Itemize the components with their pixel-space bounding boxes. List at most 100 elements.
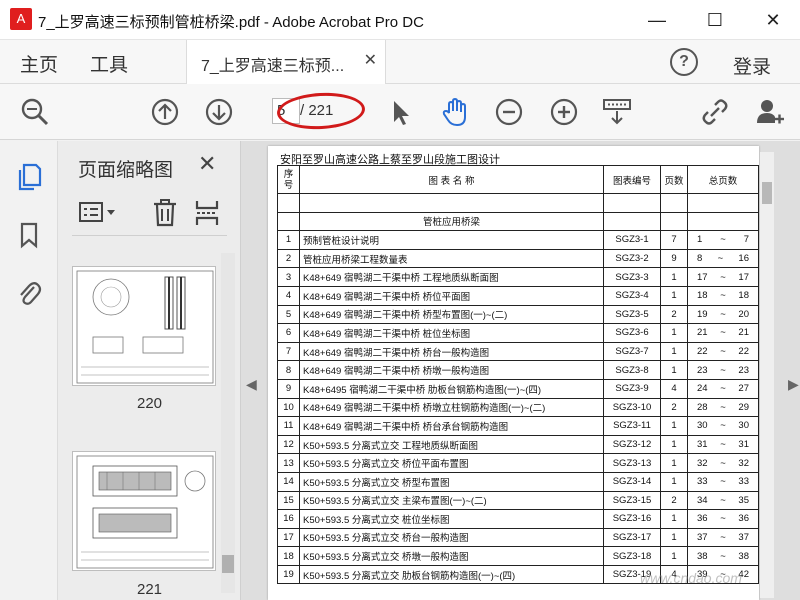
page-count: 1 xyxy=(660,267,688,287)
bookmarks-icon[interactable] xyxy=(16,221,42,249)
drawing-name: K50+593.5 分离式立交 桥型布置图 xyxy=(299,471,604,492)
table-row: 10 K48+649 宿鸭湖二干渠中桥 桥墩立柱钢筋构造图(一)~(二) SGZ3-… xyxy=(277,397,759,418)
page-down-icon[interactable] xyxy=(204,97,234,127)
drawing-code: SGZ3-16 xyxy=(603,509,661,529)
section-title: 管桩应用桥梁 xyxy=(299,211,604,232)
thumbnail-scrollbar[interactable] xyxy=(221,253,235,593)
row-number: 11 xyxy=(277,416,300,436)
help-icon[interactable]: ? xyxy=(670,48,698,76)
row-number: 4 xyxy=(277,285,300,306)
page-thumbnail[interactable] xyxy=(72,451,216,571)
row-number: 8 xyxy=(277,360,300,380)
range-from: 28 xyxy=(697,401,708,413)
table-row: 7 K48+649 宿鸭湖二干渠中桥 桥台一般构造图 SGZ3-7 1 22 ~22 xyxy=(277,341,759,362)
drawing-name: 管桩应用桥梁工程数量表 xyxy=(299,248,604,269)
column-header-no: 序 号 xyxy=(277,165,300,194)
share-link-icon[interactable] xyxy=(700,97,730,127)
range-to: 16 xyxy=(738,253,749,265)
delete-page-icon[interactable] xyxy=(152,199,178,227)
range-to: 38 xyxy=(738,550,749,562)
panel-close-icon[interactable]: ✕ xyxy=(198,151,216,177)
range-from: 32 xyxy=(697,457,708,469)
document-scrollbar-thumb[interactable] xyxy=(762,182,772,204)
range-tilde: ~ xyxy=(720,457,726,469)
drawing-code: SGZ3-6 xyxy=(603,323,661,343)
thumbnail-scrollbar-thumb[interactable] xyxy=(222,555,234,573)
total-page-range: 17 ~17 xyxy=(687,267,759,287)
range-to: 18 xyxy=(738,290,749,302)
drawing-code: SGZ3-1 xyxy=(603,230,661,250)
range-from: 36 xyxy=(697,513,708,525)
document-scrollbar[interactable] xyxy=(760,152,774,598)
close-window-button[interactable]: ✕ xyxy=(756,6,790,34)
page-count: 1 xyxy=(660,453,688,473)
range-from: 33 xyxy=(697,476,708,488)
row-number: 13 xyxy=(277,453,300,473)
extract-pages-icon[interactable] xyxy=(194,199,220,227)
column-header-code: 图表编号 xyxy=(603,165,661,194)
page-count: 1 xyxy=(660,360,688,380)
table-row: 4 K48+649 宿鸭湖二干渠中桥 桥位平面图 SGZ3-4 1 18 ~18 xyxy=(277,285,759,306)
row-number: 19 xyxy=(277,564,300,585)
expand-panel-arrow-icon[interactable]: ▶ xyxy=(788,376,799,393)
range-from: 34 xyxy=(697,494,708,506)
search-zoom-icon[interactable] xyxy=(20,97,50,127)
range-tilde: ~ xyxy=(720,234,726,246)
drawing-code: SGZ3-2 xyxy=(603,248,661,269)
range-tilde: ~ xyxy=(720,308,726,320)
hand-tool-icon[interactable] xyxy=(440,97,470,127)
row-number: 9 xyxy=(277,378,300,399)
drawing-name: K50+593.5 分离式立交 桥墩一般构造图 xyxy=(299,546,604,566)
minimize-button[interactable]: — xyxy=(640,6,674,34)
add-user-icon[interactable] xyxy=(755,97,785,127)
table-row: 11 K48+649 宿鸭湖二干渠中桥 桥台承台钢筋构造图 SGZ3-11 1 30 ~3… xyxy=(277,416,759,436)
zoom-in-icon[interactable] xyxy=(549,97,579,127)
range-from: 37 xyxy=(697,531,708,543)
total-page-range: 31 ~31 xyxy=(687,434,759,455)
page-count: 1 xyxy=(660,471,688,492)
drawing-name: K48+6495 宿鸭湖二干渠中桥 肋板台钢筋构造图(一)~(四) xyxy=(299,378,604,399)
range-from: 17 xyxy=(697,271,708,283)
document-tab[interactable]: 7_上罗高速三标预... ✕ xyxy=(186,40,386,84)
range-to: 27 xyxy=(738,383,749,395)
drawing-code: SGZ3-7 xyxy=(603,341,661,362)
page-thumbnail[interactable] xyxy=(72,266,216,386)
page-up-icon[interactable] xyxy=(150,97,180,127)
document-tab-close-icon[interactable]: ✕ xyxy=(364,50,377,70)
row-number: 18 xyxy=(277,546,300,566)
select-cursor-icon[interactable] xyxy=(386,97,416,127)
total-page-range: 19 ~20 xyxy=(687,304,759,325)
collapse-panel-arrow-icon[interactable]: ◀ xyxy=(246,376,257,393)
pdf-page: 安阳至罗山高速公路上蔡至罗山段施工图设计 序 号 图 表 名 称 图表编号 页数… xyxy=(268,146,759,600)
document-viewer: 安阳至罗山高速公路上蔡至罗山段施工图设计 序 号 图 表 名 称 图表编号 页数… xyxy=(241,141,800,600)
drawing-code: SGZ3-3 xyxy=(603,267,661,287)
table-row: 9 K48+6495 宿鸭湖二干渠中桥 肋板台钢筋构造图(一)~(四) SGZ3-9… xyxy=(277,378,759,399)
keyboard-scroll-icon[interactable] xyxy=(602,97,632,127)
zoom-out-icon[interactable] xyxy=(494,97,524,127)
table-row-section: 管桩应用桥梁 xyxy=(277,211,759,232)
thumbnail-options-icon[interactable] xyxy=(78,201,118,225)
page-count: 1 xyxy=(660,341,688,362)
page-thumbnails-icon[interactable] xyxy=(16,163,42,191)
drawing-code: SGZ3-15 xyxy=(603,490,661,511)
window-title: 7_上罗高速三标预制管桩桥梁.pdf - Adobe Acrobat Pro D… xyxy=(38,14,424,31)
table-row: 16 K50+593.5 分离式立交 桩位坐标图 SGZ3-16 1 36 ~36 xyxy=(277,509,759,529)
drawing-name: K48+649 宿鸭湖二干渠中桥 桥墩立柱钢筋构造图(一)~(二) xyxy=(299,397,604,418)
range-tilde: ~ xyxy=(720,383,726,395)
attachments-icon[interactable] xyxy=(16,279,42,307)
table-row: 2 管桩应用桥梁工程数量表 SGZ3-2 9 8 ~16 xyxy=(277,248,759,269)
acrobat-app-icon: A xyxy=(10,8,32,30)
login-button[interactable]: 登录 xyxy=(733,52,771,79)
table-row: 17 K50+593.5 分离式立交 桥台一般构造图 SGZ3-17 1 37 ~37 xyxy=(277,527,759,548)
drawing-code: SGZ3-8 xyxy=(603,360,661,380)
drawing-code: SGZ3-5 xyxy=(603,304,661,325)
range-tilde: ~ xyxy=(720,476,726,488)
tools-menu[interactable]: 工具 xyxy=(90,50,128,77)
maximize-button[interactable]: ☐ xyxy=(698,6,732,34)
drawing-code: SGZ3-13 xyxy=(603,453,661,473)
table-row: 14 K50+593.5 分离式立交 桥型布置图 SGZ3-14 1 33 ~33 xyxy=(277,471,759,492)
home-menu[interactable]: 主页 xyxy=(20,50,58,77)
range-to: 31 xyxy=(738,439,749,451)
drawing-code: SGZ3-18 xyxy=(603,546,661,566)
drawing-code: SGZ3-12 xyxy=(603,434,661,455)
